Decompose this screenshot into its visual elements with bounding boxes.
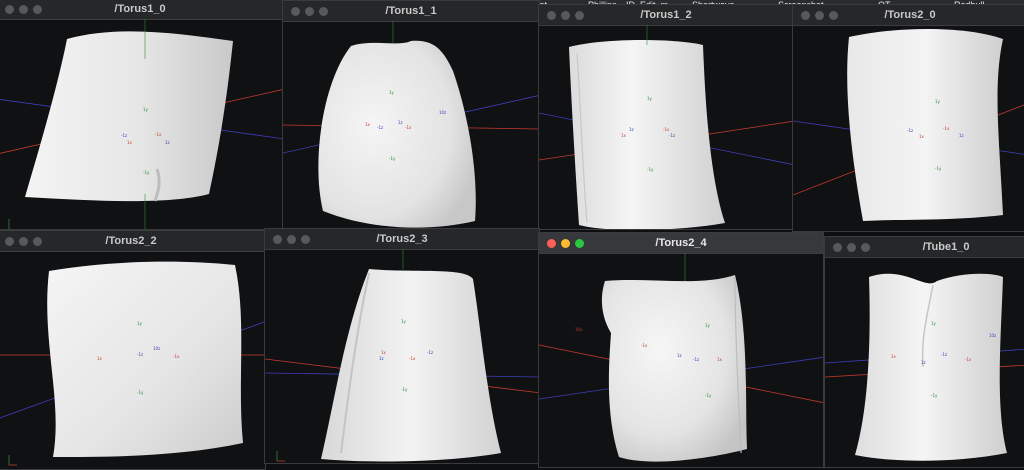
axis-gizmo-icon — [276, 451, 285, 462]
viewer-window-tube1-0[interactable]: /Tube1_0 1y -1y 1x 1z -1z -1x 10z — [824, 236, 1024, 468]
window-title: /Tube1_0 — [922, 241, 970, 253]
axis-label: -1y — [137, 390, 144, 395]
axis-label: -1x — [155, 132, 162, 137]
axis-label: -1y — [705, 393, 712, 398]
axis-label: -1x — [409, 356, 416, 361]
axis-gizmo-icon — [8, 219, 10, 229]
viewport-3d[interactable]: 1y -1y 1z 1x -1x -1z — [539, 25, 793, 229]
axis-label: 10z — [989, 333, 996, 338]
axis-label: -1z — [907, 128, 913, 133]
axis-label: 1y — [647, 96, 653, 101]
axis-label: 10z — [439, 110, 446, 115]
viewer-window-torus1-1[interactable]: /Torus1_1 1y -1y 1x 1z -1z -1x 10z — [282, 0, 540, 232]
axis-label: 1z — [677, 353, 682, 358]
axis-label: 1y — [143, 107, 149, 112]
axis-label: -1z — [427, 350, 433, 355]
axis-label: -1z — [669, 133, 675, 138]
axis-label: -1z — [941, 352, 947, 357]
mesh-surface — [25, 31, 233, 202]
axis-label: -1x — [663, 127, 670, 132]
window-title: /Torus2_0 — [884, 9, 936, 21]
window-title: /Torus1_1 — [385, 5, 437, 17]
window-title: /Torus1_2 — [640, 9, 692, 21]
window-title-bar[interactable]: /Torus2_4 — [539, 233, 823, 254]
window-title: /Torus1_0 — [114, 3, 166, 15]
axis-label: -1x — [965, 357, 972, 362]
axis-label: 1z — [921, 360, 926, 365]
axis-label: 1x — [127, 140, 133, 145]
mesh-surface — [569, 40, 725, 229]
axis-label: 1x — [365, 122, 371, 127]
axis-label: 1y — [935, 99, 941, 104]
viewport-3d[interactable]: 1y -1y 1x 1z -1x -1z — [265, 249, 539, 463]
viewer-window-torus1-0[interactable]: /Torus1_0 1y -1y -1z 1x -1x 1z — [0, 0, 284, 230]
window-title: /Torus2_4 — [655, 237, 707, 249]
viewer-window-torus1-2[interactable]: /Torus1_2 1y -1y 1z 1x -1x -1z — [538, 4, 794, 230]
viewer-window-torus2-3[interactable]: /Torus2_3 1y -1y 1x 1z -1x -1z — [264, 228, 540, 464]
axis-label: 1x — [621, 133, 627, 138]
axis-label: 10x — [575, 327, 583, 332]
viewport-3d[interactable]: 1y -1y 1x 1z -1z -1x 10z — [825, 257, 1024, 467]
axis-label: 1z — [165, 140, 170, 145]
window-title-bar[interactable]: /Torus1_2 — [539, 5, 793, 26]
window-title-bar[interactable]: /Torus1_1 — [283, 1, 539, 22]
window-title: /Torus2_2 — [105, 235, 157, 247]
axis-label: -1z — [121, 133, 127, 138]
mesh-surface — [601, 275, 747, 462]
viewer-window-torus2-2[interactable]: /Torus2_2 1y -1y 1x -1z -1x 10z — [0, 230, 266, 470]
axis-label: 1x — [891, 354, 897, 359]
axis-label: -1x — [173, 354, 180, 359]
window-title-bar[interactable]: /Torus1_0 — [0, 0, 283, 20]
viewport-3d[interactable]: 1y -1y 10x -1x 1z -1z 1x — [539, 253, 823, 467]
mesh-surface — [318, 40, 476, 228]
axis-label: 1y — [931, 321, 937, 326]
axis-label: 1z — [959, 133, 964, 138]
viewer-window-torus2-0[interactable]: /Torus2_0 1y -1y -1z 1x -1x 1z — [792, 4, 1024, 232]
axis-gizmo-icon — [8, 455, 17, 466]
window-title: /Torus2_3 — [376, 233, 428, 245]
axis-label: -1y — [931, 393, 938, 398]
axis-label: 1x — [717, 357, 723, 362]
axis-label: 1x — [381, 350, 387, 355]
axis-label: 10z — [153, 346, 160, 351]
viewport-3d[interactable]: 1y -1y -1z 1x -1x 1z — [793, 25, 1024, 231]
viewport-3d[interactable]: 1y -1y -1z 1x -1x 1z — [0, 19, 283, 229]
axis-label: -1y — [143, 170, 150, 175]
axis-label: 1x — [97, 356, 103, 361]
axis-label: 1x — [919, 134, 925, 139]
axis-label: -1z — [137, 352, 143, 357]
viewer-window-torus2-4[interactable]: /Torus2_4 1y -1y 10x -1x 1z -1z 1x — [538, 232, 824, 468]
axis-label: 1y — [137, 321, 143, 326]
axis-label: -1x — [641, 343, 648, 348]
axis-label: 1z — [379, 356, 384, 361]
viewport-3d[interactable]: 1y -1y 1x 1z -1z -1x 10z — [283, 21, 539, 231]
axis-label: -1y — [401, 387, 408, 392]
axis-label: 1y — [401, 319, 407, 324]
viewport-3d[interactable]: 1y -1y 1x -1z -1x 10z — [0, 251, 265, 469]
window-title-bar[interactable]: /Torus2_2 — [0, 231, 265, 252]
axis-label: 1y — [389, 90, 395, 95]
axis-label: -1y — [935, 166, 942, 171]
axis-label: -1z — [693, 357, 699, 362]
axis-label: -1y — [389, 156, 396, 161]
axis-label: 1z — [398, 120, 403, 125]
axis-label: -1y — [647, 167, 654, 172]
axis-label: -1z — [377, 125, 383, 130]
window-title-bar[interactable]: /Tube1_0 — [825, 237, 1024, 258]
axis-label: -1x — [943, 126, 950, 131]
axis-label: 1y — [705, 323, 711, 328]
window-title-bar[interactable]: /Torus2_0 — [793, 5, 1024, 26]
mesh-surface — [321, 269, 501, 462]
axis-label: -1x — [405, 125, 412, 130]
axis-label: 1z — [629, 127, 634, 132]
mesh-surface — [847, 29, 1003, 221]
mesh-surface — [47, 261, 244, 457]
window-title-bar[interactable]: /Torus2_3 — [265, 229, 539, 250]
mesh-surface — [855, 273, 1007, 461]
